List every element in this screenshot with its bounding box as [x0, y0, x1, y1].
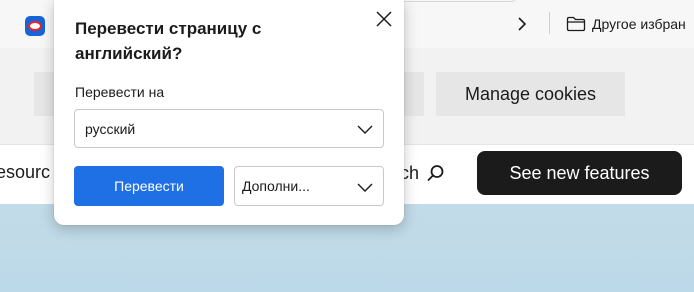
target-language-label: Перевести на	[75, 84, 165, 100]
chevron-down-icon	[357, 183, 373, 192]
chevron-down-icon	[357, 125, 373, 134]
close-icon	[376, 11, 392, 27]
more-options-label: Дополни...	[242, 178, 310, 194]
see-new-features-button[interactable]: See new features	[477, 151, 682, 195]
nav-item-resources[interactable]: esourc	[0, 162, 50, 183]
chevron-right-icon[interactable]	[512, 14, 532, 34]
close-button[interactable]	[372, 7, 396, 31]
other-bookmarks-label: Другое избран	[592, 16, 686, 32]
manage-cookies-button[interactable]: Manage cookies	[436, 72, 625, 116]
translate-popup: Перевести страницу с английский? Перевес…	[54, 0, 404, 225]
bookmarks-divider	[549, 12, 550, 34]
folder-icon	[566, 16, 586, 32]
other-bookmarks-folder[interactable]: Другое избран	[566, 12, 686, 36]
app-logo-icon[interactable]	[25, 16, 45, 36]
popup-title: Перевести страницу с английский?	[75, 19, 262, 63]
translate-button[interactable]: Перевести	[74, 166, 224, 206]
target-language-value: русский	[85, 120, 136, 137]
target-language-select[interactable]: русский	[74, 109, 384, 148]
more-options-select[interactable]: Дополни...	[234, 166, 384, 206]
search-icon	[427, 165, 444, 181]
